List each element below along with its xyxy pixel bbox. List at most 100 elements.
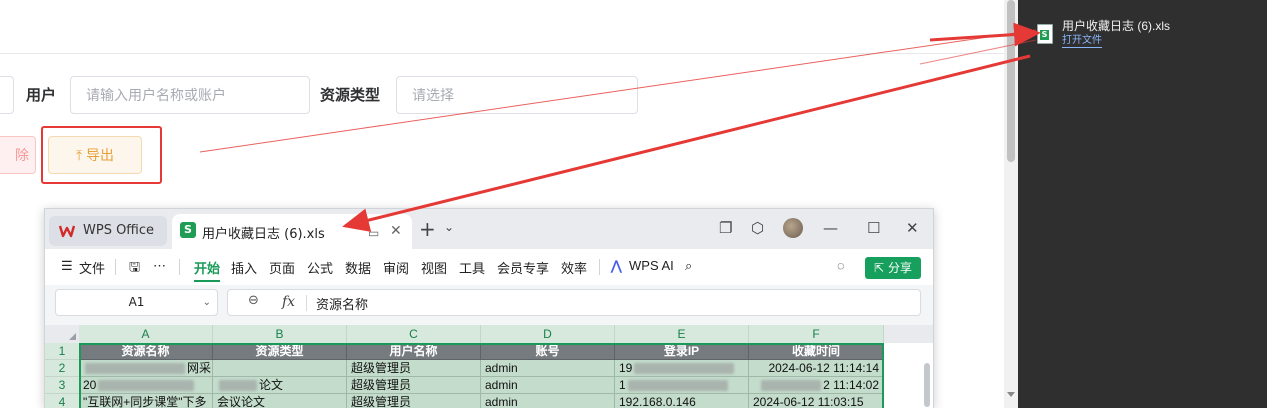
select-all-corner[interactable]	[45, 325, 79, 343]
table-cell[interactable]: 2024-06-12 11:14:14	[749, 360, 884, 377]
table-cell[interactable]: 19	[615, 360, 749, 377]
menu-data[interactable]: 数据	[345, 258, 371, 277]
delete-button[interactable]: 除	[0, 136, 36, 174]
share-button-label: 分享	[887, 261, 912, 275]
menu-insert[interactable]: 插入	[231, 258, 257, 277]
user-search-input[interactable]: 请输入用户名称或账户	[70, 76, 310, 114]
table-cell[interactable]: "互联网+同步课堂"下多	[79, 394, 213, 408]
chevron-down-icon[interactable]: ⌄	[203, 290, 211, 315]
table-header-cell[interactable]: 资源名称	[79, 343, 213, 360]
column-header[interactable]: E	[615, 325, 749, 343]
monitor-icon[interactable]: ▭	[368, 226, 379, 240]
column-header[interactable]: C	[347, 325, 481, 343]
table-cell[interactable]: 论文	[213, 377, 347, 394]
previous-filter-input[interactable]	[0, 76, 14, 114]
column-header[interactable]: A	[79, 325, 213, 343]
save-icon[interactable]: 🖫	[129, 258, 140, 280]
more-icon[interactable]: ⋯	[153, 258, 166, 274]
formula-value: 资源名称	[316, 297, 369, 312]
table-cell[interactable]: admin	[481, 394, 615, 408]
zoom-icon[interactable]: ⊖	[248, 293, 259, 308]
open-file-link[interactable]: 打开文件	[1062, 35, 1102, 48]
menu-wps-ai[interactable]: WPS AI	[629, 258, 674, 273]
row-header[interactable]: 1	[45, 343, 79, 360]
menu-efficiency[interactable]: 效率	[561, 258, 587, 277]
column-header[interactable]: B	[213, 325, 347, 343]
table-cell[interactable]: 2024-06-12 11:03:15	[749, 394, 884, 408]
avatar[interactable]	[783, 218, 803, 238]
spreadsheet-grid[interactable]: A B C D E F 1 2 3 4 资源名称 资源类型 用户名称 账号 登录…	[45, 325, 933, 408]
name-box-value: A1	[128, 295, 145, 309]
chevron-down-icon[interactable]: ⌄	[444, 220, 454, 234]
user-filter-label: 用户	[26, 87, 57, 104]
tab-current-file-label: 用户收藏日志 (6).xls	[202, 227, 325, 242]
menu-active-indicator	[194, 280, 220, 282]
table-header-cell[interactable]: 收藏时间	[749, 343, 884, 360]
page-header-card	[0, 0, 1004, 54]
formula-divider	[306, 295, 307, 311]
table-cell[interactable]: 超级管理员	[347, 360, 481, 377]
table-cell[interactable]: 2 11:14:02	[749, 377, 884, 394]
table-header-cell[interactable]: 用户名称	[347, 343, 481, 360]
menu-divider	[179, 259, 180, 275]
table-cell[interactable]: admin	[481, 360, 615, 377]
table-cell[interactable]: 超级管理员	[347, 394, 481, 408]
menu-page[interactable]: 页面	[269, 258, 295, 277]
close-tab-icon[interactable]: ✕	[390, 223, 402, 239]
table-cell[interactable]: 超级管理员	[347, 377, 481, 394]
maximize-icon[interactable]: ☐	[867, 219, 880, 237]
page-scrollbar-thumb[interactable]	[1007, 0, 1015, 162]
column-header[interactable]: D	[481, 325, 615, 343]
table-header-cell[interactable]: 登录IP	[615, 343, 749, 360]
window-switch-icon[interactable]: ❐	[719, 219, 732, 237]
minimize-icon[interactable]: —	[823, 219, 838, 237]
table-cell[interactable]: admin	[481, 377, 615, 394]
fx-icon[interactable]: fx	[282, 294, 295, 310]
name-box[interactable]: A1 ⌄	[55, 289, 218, 316]
sheet-scrollbar[interactable]	[923, 349, 931, 408]
table-cell[interactable]	[213, 360, 347, 377]
tab-wps-office[interactable]: WPS Office	[49, 216, 167, 246]
menu-member[interactable]: 会员专享	[497, 258, 549, 277]
table-cell[interactable]: 会议论文	[213, 394, 347, 408]
share-button[interactable]: ⇱ 分享	[865, 257, 921, 279]
menu-view[interactable]: 视图	[421, 258, 447, 277]
table-cell[interactable]: 20	[79, 377, 213, 394]
column-header[interactable]	[884, 325, 933, 343]
menu-review[interactable]: 审阅	[383, 258, 409, 277]
wps-logo-icon	[59, 225, 75, 238]
sheet-scrollbar-thumb[interactable]	[924, 363, 930, 407]
table-cell[interactable]: 192.168.0.146	[615, 394, 749, 408]
row-header[interactable]: 4	[45, 394, 79, 408]
menu-file[interactable]: 文件	[79, 258, 105, 277]
menu-tools[interactable]: 工具	[459, 258, 485, 277]
chat-icon[interactable]: ◌	[837, 258, 845, 273]
formula-bar: A1 ⌄ ⊖ fx 资源名称	[45, 285, 933, 325]
formula-input[interactable]: ⊖ fx 资源名称	[227, 289, 921, 316]
table-cell[interactable]: 1	[615, 377, 749, 394]
cube-icon[interactable]: ⬡	[751, 219, 764, 237]
menu-divider	[115, 259, 116, 275]
new-tab-plus-icon[interactable]: +	[419, 217, 436, 241]
table-cell[interactable]: 网采	[79, 360, 213, 377]
scroll-down-arrow-icon[interactable]	[1007, 392, 1015, 397]
table-header-cell[interactable]: 资源类型	[213, 343, 347, 360]
close-window-icon[interactable]: ✕	[906, 219, 919, 237]
column-header[interactable]: F	[749, 325, 884, 343]
table-header-cell[interactable]: 账号	[481, 343, 615, 360]
page-scrollbar[interactable]	[1004, 0, 1018, 408]
resource-type-select[interactable]: 请选择	[396, 76, 638, 114]
tab-current-file[interactable]: S 用户收藏日志 (6).xls ▭ ✕	[172, 214, 412, 249]
row-header[interactable]: 3	[45, 377, 79, 394]
annotation-highlight-box	[41, 126, 162, 184]
download-file-name[interactable]: 用户收藏日志 (6).xls	[1062, 17, 1170, 34]
row-header[interactable]: 2	[45, 360, 79, 377]
wps-window: WPS Office S 用户收藏日志 (6).xls ▭ ✕ + ⌄ ❐ ⬡ …	[44, 208, 934, 408]
hamburger-icon[interactable]: ☰	[61, 258, 73, 274]
menu-home[interactable]: 开始	[194, 258, 220, 277]
menu-formula[interactable]: 公式	[307, 258, 333, 277]
search-icon[interactable]: ⌕	[685, 258, 692, 274]
share-icon: ⇱	[874, 261, 885, 275]
menu-divider	[599, 259, 600, 275]
tab-wps-office-label: WPS Office	[83, 223, 155, 238]
